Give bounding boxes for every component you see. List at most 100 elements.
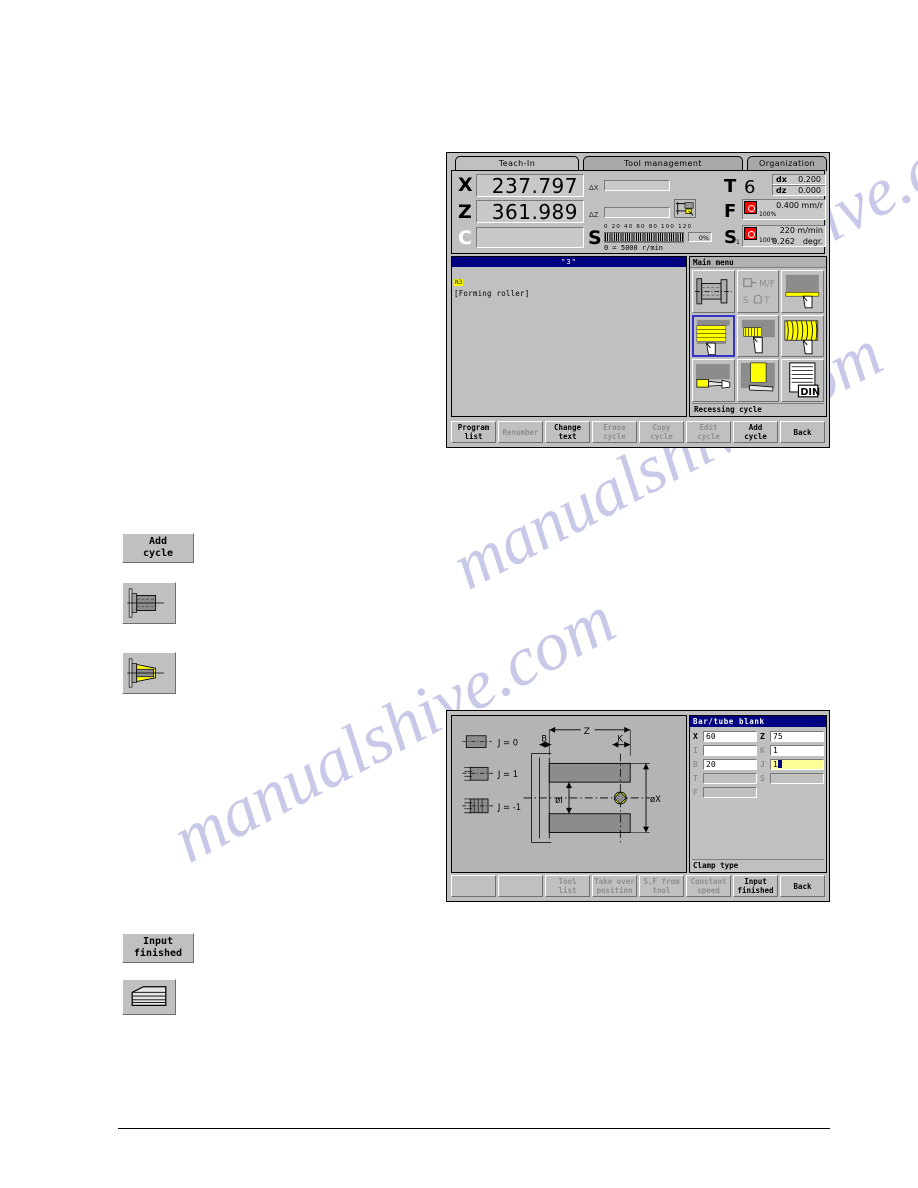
- spindle-speed-unit: m/min: [797, 226, 823, 235]
- tool-dx-value: 0.200: [798, 175, 821, 184]
- program-list-panel[interactable]: "3" N3 [Forming roller]: [451, 256, 687, 417]
- spindle-scale-ticks: 0 20 40 60 80 100 120: [604, 224, 693, 230]
- form-status-clamp-type: Clamp type: [692, 859, 824, 871]
- field-label-j: J: [760, 760, 765, 769]
- text-cursor: [777, 760, 782, 768]
- softkey-sf-from-tool[interactable]: S,F from tool: [639, 875, 684, 897]
- menu-cell-blank-part[interactable]: [692, 270, 735, 313]
- tab-organization[interactable]: Organization: [747, 156, 827, 171]
- feed-unit: mm/r: [801, 201, 823, 210]
- softkey-back[interactable]: Back: [780, 875, 825, 897]
- field-label-b: B: [693, 760, 698, 769]
- form-field-grid: X 60 Z 75 I K 1 B 20 J 1 T S F: [693, 731, 824, 798]
- feed-letter: F: [724, 201, 737, 222]
- softkey-change-text[interactable]: Change text: [545, 421, 590, 443]
- field-label-t: T: [693, 774, 698, 783]
- menu-cell-recessing-cycle[interactable]: [736, 314, 780, 358]
- tool-letter: T: [724, 176, 737, 197]
- softkey-label-line1: S,F from: [643, 877, 680, 886]
- callout-add-cycle-key[interactable]: Add cycle: [122, 533, 194, 563]
- svg-text:J = 0: J = 0: [497, 738, 518, 748]
- field-label-f: F: [693, 788, 698, 797]
- field-row-j[interactable]: J 1: [760, 759, 824, 770]
- field-input-j[interactable]: 1: [770, 759, 824, 770]
- tool-dz-label: dz: [776, 186, 787, 195]
- softkey-edit-cycle[interactable]: Edit cycle: [686, 421, 731, 443]
- field-input-b[interactable]: 20: [703, 759, 757, 770]
- softkey-label-line2: cycle: [603, 432, 626, 441]
- softkey-label-line2: speed: [697, 886, 720, 895]
- mode-tab-bar: Teach-In Tool management Organization: [451, 156, 827, 171]
- cnc-screenshot-bar-tube-blank: J = 0 J = 1 J = -1 Z B K øI øX Bar/tube …: [446, 710, 830, 902]
- field-row-z[interactable]: Z 75: [760, 731, 824, 742]
- menu-cell-mfst[interactable]: M/F S T: [736, 270, 780, 313]
- menu-cell-finishing-cycle[interactable]: [736, 359, 780, 402]
- softkey-tool-list[interactable]: Tool list: [545, 875, 590, 897]
- field-label-s: S: [760, 774, 765, 783]
- softkey-copy-cycle[interactable]: Copy cycle: [639, 421, 684, 443]
- softkey-input-finished[interactable]: Input finished: [733, 875, 778, 897]
- field-row-i[interactable]: I: [693, 745, 757, 756]
- softkey-label-line1: Erase: [603, 423, 626, 432]
- callout-input-finished-key[interactable]: Input finished: [122, 933, 194, 963]
- callout-key-line1: Add: [148, 536, 168, 547]
- spindle-speed-value: 220: [779, 226, 795, 235]
- spindle-display: 100% 220 m/min 0.262 degr.: [742, 225, 826, 247]
- field-input-k[interactable]: 1: [770, 745, 824, 756]
- field-input-s[interactable]: [770, 773, 824, 784]
- svg-text:DIN: DIN: [801, 387, 821, 398]
- field-row-f[interactable]: F: [693, 787, 757, 798]
- tab-tool-management[interactable]: Tool management: [583, 156, 743, 171]
- axis-value-z: 361.989: [476, 200, 584, 223]
- svg-text:T: T: [763, 296, 770, 306]
- field-row-t[interactable]: T: [693, 773, 757, 784]
- field-row-x[interactable]: X 60: [693, 731, 757, 742]
- field-row-k[interactable]: K 1: [760, 745, 824, 756]
- softkey-program-list[interactable]: Program list: [451, 421, 496, 443]
- softkey-label-line1: Program: [457, 423, 490, 432]
- softkey-renumber[interactable]: Renumber: [498, 421, 543, 443]
- menu-cell-single-cut[interactable]: [781, 270, 824, 313]
- tool-dz-value: 0.000: [798, 186, 821, 195]
- field-input-i[interactable]: [703, 745, 757, 756]
- softkey-add-cycle[interactable]: Add cycle: [733, 421, 778, 443]
- softkey-erase-cycle[interactable]: Erase cycle: [592, 421, 637, 443]
- program-body: N3 [Forming roller]: [452, 267, 686, 298]
- callout-bar-tube-blank-icon[interactable]: [122, 652, 176, 694]
- menu-cell-turning-cycle[interactable]: [692, 314, 735, 358]
- softkey-constant-speed[interactable]: Constant speed: [686, 875, 731, 897]
- softkey-take-over-position[interactable]: Take over position: [592, 875, 637, 897]
- spindle-angle-value: 0.262: [772, 237, 795, 246]
- svg-text:M/F: M/F: [759, 279, 774, 289]
- softkey-bar: Program list Renumber Change text Erase …: [451, 421, 825, 443]
- tool-dz-row: dz 0.000: [772, 185, 826, 196]
- menu-cell-drilling-cycle[interactable]: [692, 359, 735, 402]
- feed-override-value: 100%: [759, 211, 777, 218]
- field-input-f[interactable]: [703, 787, 757, 798]
- field-row-b[interactable]: B 20: [693, 759, 757, 770]
- svg-text:Z: Z: [584, 727, 590, 737]
- axis-value-c: [476, 227, 584, 248]
- field-input-z[interactable]: 75: [770, 731, 824, 742]
- field-input-t[interactable]: [703, 773, 757, 784]
- field-label-k: K: [760, 746, 765, 755]
- softkey-label-line1: Take over: [594, 877, 635, 886]
- callout-key-line2: cycle: [142, 548, 174, 559]
- softkey-empty-2[interactable]: [498, 875, 543, 897]
- tab-teach-in[interactable]: Teach-In: [455, 156, 579, 171]
- program-line-text[interactable]: [Forming roller]: [454, 289, 686, 298]
- feed-display: 100% 0.400 mm/r: [742, 199, 826, 220]
- svg-text:B: B: [541, 734, 547, 744]
- softkey-empty-1[interactable]: [451, 875, 496, 897]
- callout-blank-part-icon[interactable]: [122, 582, 176, 624]
- menu-cell-din[interactable]: DIN: [781, 359, 824, 402]
- callout-contour-icon[interactable]: [122, 979, 176, 1015]
- field-row-s[interactable]: S: [760, 773, 824, 784]
- field-input-x[interactable]: 60: [703, 731, 757, 742]
- menu-cell-thread-cycle[interactable]: [781, 314, 824, 358]
- softkey-label-line1: Edit: [699, 423, 718, 432]
- softkey-label-line1: Change: [553, 423, 582, 432]
- callout-key-line2: finished: [133, 948, 183, 959]
- main-menu-status: Recessing cycle: [692, 403, 824, 415]
- softkey-back[interactable]: Back: [780, 421, 825, 443]
